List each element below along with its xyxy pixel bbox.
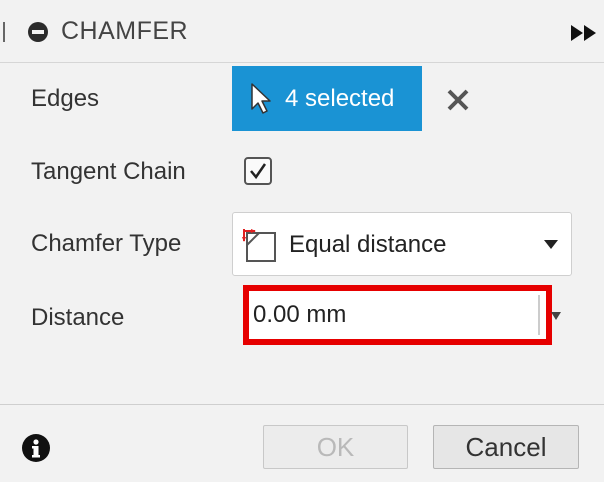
- chamfer-type-label: Chamfer Type: [31, 230, 182, 257]
- x-icon[interactable]: [446, 88, 470, 112]
- fast-forward-icon[interactable]: [571, 25, 597, 41]
- tangent-chain-checkbox[interactable]: [244, 157, 272, 185]
- distance-highlight-box: [243, 285, 552, 345]
- edges-selection-count: 4 selected: [285, 85, 395, 112]
- footer-divider: [0, 404, 604, 405]
- cancel-button[interactable]: Cancel: [433, 425, 579, 469]
- equal-distance-chamfer-icon: [242, 229, 276, 262]
- check-icon: [250, 163, 267, 180]
- info-glyph-icon: [32, 439, 40, 458]
- info-icon[interactable]: [22, 434, 50, 462]
- minus-circle-icon[interactable]: [28, 22, 48, 42]
- drag-handle[interactable]: [3, 22, 5, 42]
- edges-select-button[interactable]: 4 selected: [232, 66, 422, 131]
- chamfer-dialog: CHAMFER Edges 4 selected Tangent Chain C…: [0, 0, 604, 482]
- distance-label: Distance: [31, 304, 125, 331]
- dialog-title: CHAMFER: [61, 17, 189, 45]
- ok-button[interactable]: OK: [263, 425, 408, 469]
- distance-dropdown-icon[interactable]: [551, 312, 561, 320]
- chevron-down-icon: [544, 240, 558, 249]
- chamfer-type-dropdown[interactable]: Equal distance: [232, 212, 572, 276]
- distance-input[interactable]: [253, 295, 538, 335]
- cursor-arrow-icon: [251, 83, 271, 114]
- tangent-chain-label: Tangent Chain: [31, 158, 186, 185]
- dialog-header[interactable]: CHAMFER: [0, 0, 604, 63]
- edges-label: Edges: [31, 85, 100, 112]
- chamfer-type-value: Equal distance: [289, 231, 447, 258]
- distance-input-divider: [538, 295, 540, 335]
